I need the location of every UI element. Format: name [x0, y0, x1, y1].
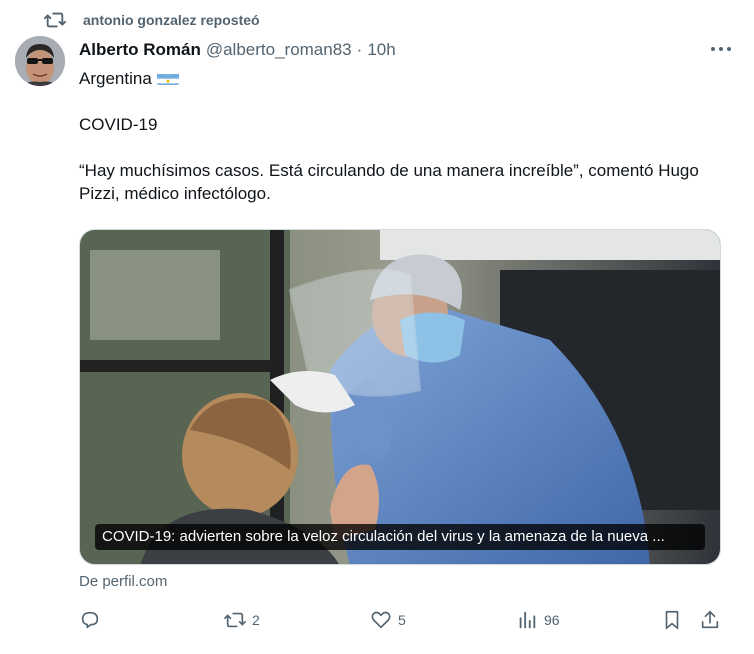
- more-icon: [711, 47, 731, 51]
- repost-count: 2: [252, 612, 260, 628]
- link-preview-card[interactable]: COVID-19: advierten sobre la veloz circu…: [79, 229, 721, 565]
- tweet-line-country: Argentina: [79, 67, 719, 90]
- avatar[interactable]: [15, 36, 65, 86]
- views-button[interactable]: 96: [516, 606, 560, 634]
- like-count: 5: [398, 612, 406, 628]
- tweet-line-topic: COVID-19: [79, 115, 158, 134]
- more-options-button[interactable]: [708, 38, 734, 60]
- repost-indicator[interactable]: antonio gonzalez reposteó: [44, 9, 260, 31]
- share-button[interactable]: [699, 606, 721, 634]
- views-count: 96: [544, 612, 560, 628]
- share-icon: [701, 610, 719, 629]
- bookmark-icon: [665, 610, 679, 630]
- tweet-header: Alberto Román @alberto_roman83 · 10h: [79, 40, 396, 60]
- link-source[interactable]: De perfil.com: [79, 573, 167, 590]
- news-photo: [80, 230, 720, 564]
- like-button[interactable]: 5: [370, 606, 406, 634]
- repost-button[interactable]: 2: [224, 606, 260, 634]
- reply-icon: [81, 611, 99, 629]
- views-chart-icon: [519, 611, 536, 629]
- heart-icon: [371, 611, 391, 629]
- author-handle[interactable]: @alberto_roman83: [206, 40, 352, 60]
- link-title: COVID-19: advierten sobre la veloz circu…: [95, 524, 705, 550]
- repost-text: antonio gonzalez reposteó: [83, 12, 260, 28]
- bookmark-button[interactable]: [661, 606, 683, 634]
- tweet-text: Argentina COVID-19 “Hay muchísimos casos…: [79, 67, 719, 205]
- repost-icon: [44, 9, 66, 31]
- tweet-line-quote: “Hay muchísimos casos. Está circulando d…: [79, 161, 699, 203]
- reply-button[interactable]: [79, 606, 101, 634]
- author-name[interactable]: Alberto Román: [79, 40, 201, 60]
- argentina-flag-icon: [156, 71, 179, 85]
- separator-dot: ·: [356, 40, 363, 59]
- timestamp[interactable]: 10h: [367, 40, 395, 60]
- tweet-actions: 2 5 96: [79, 606, 729, 634]
- repost-icon: [224, 612, 246, 628]
